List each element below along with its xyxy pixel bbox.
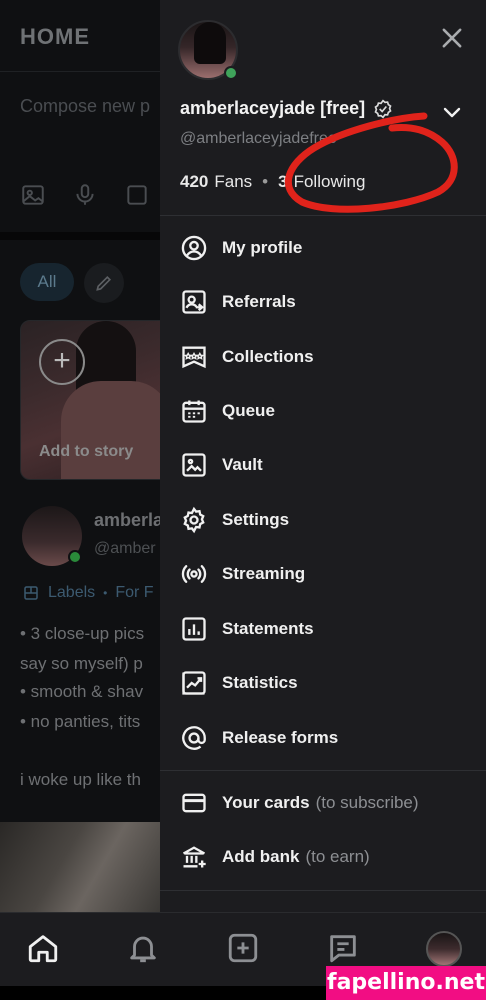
collections-icon (180, 343, 208, 371)
messages-tab[interactable] (326, 931, 360, 965)
menu-item-your-cards[interactable]: Your cards (to subscribe) (160, 780, 486, 826)
page-title: HOME (20, 24, 90, 49)
menu-item-statements[interactable]: Statements (160, 606, 486, 652)
menu-label: Queue (222, 401, 275, 420)
message-icon (330, 935, 356, 963)
menu-item-referrals[interactable]: Referrals (160, 279, 486, 325)
menu-hint: (to subscribe) (315, 793, 419, 812)
broadcast-icon (180, 560, 208, 588)
calendar-icon (180, 397, 208, 425)
bank-icon (180, 843, 208, 871)
post-labels[interactable]: Labels • For F (22, 584, 154, 602)
labels-separator: • (103, 586, 108, 600)
labels-more: For F (115, 584, 154, 601)
home-tab[interactable] (26, 931, 60, 965)
plus-icon: + (39, 339, 85, 385)
menu-item-release-forms[interactable]: Release forms (160, 715, 486, 761)
online-indicator (68, 550, 82, 564)
poll-icon[interactable] (124, 182, 150, 213)
display-name[interactable]: amberlaceyjade [free] (180, 98, 393, 119)
menu-item-vault[interactable]: Vault (160, 442, 486, 488)
following-label[interactable]: Following (294, 172, 366, 192)
referral-icon (180, 288, 208, 316)
trend-chart-icon (180, 669, 208, 697)
fans-label[interactable]: Fans (214, 172, 252, 192)
new-post-tab[interactable] (226, 931, 260, 965)
follow-stats: 420 Fans • 3 Following (180, 172, 365, 192)
post-text-line: • smooth & shav (20, 682, 144, 701)
labels-text: Labels (48, 584, 96, 601)
menu-label: Collections (222, 347, 314, 366)
menu-label-text: Your cards (222, 793, 310, 812)
username-handle: @amberlaceyjadefree (180, 130, 337, 147)
menu-item-statistics[interactable]: Statistics (160, 660, 486, 706)
post-author-name[interactable]: amberla (94, 510, 163, 531)
menu-item-add-bank[interactable]: Add bank (to earn) (160, 834, 486, 880)
post-text-line: • no panties, tits (20, 712, 141, 731)
menu-hint: (to earn) (305, 847, 370, 866)
home-icon (28, 935, 58, 963)
post-author-handle[interactable]: @amber (94, 540, 156, 558)
menu-label: Add bank (to earn) (222, 847, 370, 867)
chevron-down-icon[interactable] (440, 100, 464, 124)
menu-label: Streaming (222, 564, 306, 583)
menu-label-text: Add bank (222, 847, 300, 866)
divider (160, 890, 486, 891)
bell-icon (130, 936, 156, 963)
menu-item-my-profile[interactable]: My profile (160, 225, 486, 271)
account-drawer: amberlaceyjade [free] @amberlaceyjadefre… (160, 0, 486, 912)
menu-item-settings[interactable]: Settings (160, 497, 486, 543)
menu-label: Referrals (222, 292, 296, 311)
vault-image-icon (180, 451, 208, 479)
menu-item-streaming[interactable]: Streaming (160, 551, 486, 597)
close-icon[interactable] (438, 24, 466, 52)
user-circle-icon (180, 234, 208, 262)
red-scribble-annotation (284, 112, 458, 213)
notifications-tab[interactable] (126, 931, 160, 965)
pencil-icon (96, 275, 112, 291)
fans-count[interactable]: 420 (180, 172, 208, 192)
menu-label: Vault (222, 455, 263, 474)
verified-badge-icon (374, 98, 392, 119)
menu-label: Statistics (222, 673, 298, 692)
profile-avatar-tab[interactable] (426, 931, 462, 967)
compose-input[interactable]: Compose new p (20, 96, 150, 117)
watermark: fapellino.net (326, 966, 486, 1000)
post-text-line: • 3 close-up pics (20, 624, 145, 643)
filter-chip-all[interactable]: All (20, 263, 74, 301)
menu-item-queue[interactable]: Queue (160, 388, 486, 434)
menu-label: Settings (222, 510, 290, 529)
story-label: Add to story (39, 443, 134, 460)
menu-label: My profile (222, 238, 303, 257)
menu-label: Your cards (to subscribe) (222, 793, 419, 813)
menu-label: Statements (222, 619, 314, 638)
gear-icon (180, 506, 208, 534)
plus-square-icon (228, 933, 258, 963)
post-text-line: say so myself) p (20, 654, 143, 673)
divider (160, 770, 486, 771)
stats-separator: • (262, 172, 269, 191)
microphone-icon[interactable] (72, 182, 98, 213)
add-story-card[interactable]: + Add to story (20, 320, 170, 480)
labels-icon (24, 586, 38, 600)
following-count[interactable]: 3 (278, 172, 287, 192)
display-name-text: amberlaceyjade [free] (180, 98, 366, 118)
menu-label: Release forms (222, 728, 339, 747)
compose-toolbar (20, 182, 150, 213)
online-indicator (224, 66, 238, 80)
post-image[interactable] (0, 822, 160, 912)
credit-card-icon (180, 789, 208, 817)
at-sign-icon (180, 724, 208, 752)
menu-item-collections[interactable]: Collections (160, 334, 486, 380)
image-icon[interactable] (20, 182, 46, 213)
post-text-line: i woke up like th (20, 770, 141, 789)
edit-lists-button[interactable] (84, 263, 124, 303)
bar-chart-icon (180, 615, 208, 643)
divider (160, 215, 486, 216)
